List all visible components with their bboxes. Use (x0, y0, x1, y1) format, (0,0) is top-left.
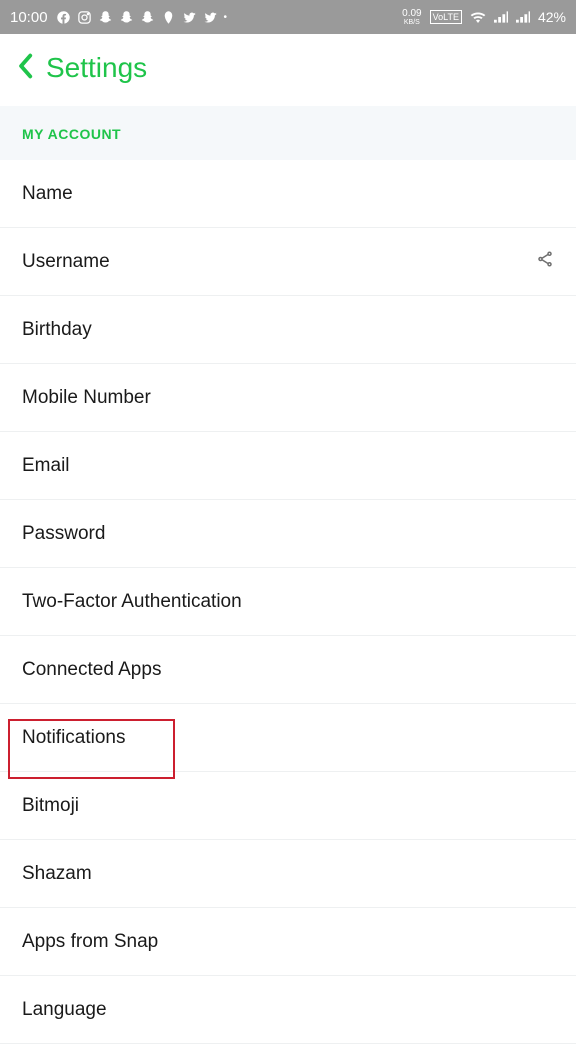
settings-item-label: Birthday (22, 319, 92, 341)
settings-item-two-factor-authentication[interactable]: Two-Factor Authentication (0, 568, 576, 636)
status-bar: 10:00 • 0.09 KB/S VoLTE 42% (0, 0, 576, 34)
twitter-icon (203, 10, 218, 25)
twitter-icon (182, 10, 197, 25)
settings-item-label: Notifications (22, 727, 126, 749)
page-title: Settings (46, 52, 147, 84)
data-rate: 0.09 KB/S (402, 9, 421, 26)
instagram-icon (77, 10, 92, 25)
snapchat-icon (119, 10, 134, 25)
signal-icon (516, 11, 530, 23)
share-icon[interactable] (536, 250, 554, 273)
settings-item-connected-apps[interactable]: Connected Apps (0, 636, 576, 704)
settings-item-birthday[interactable]: Birthday (0, 296, 576, 364)
settings-item-username[interactable]: Username (0, 228, 576, 296)
volte-indicator: VoLTE (430, 10, 462, 24)
settings-header: Settings (0, 34, 576, 106)
settings-list: Name Username Birthday Mobile Number Email Pa… (0, 160, 576, 1044)
settings-item-label: Name (22, 183, 73, 205)
back-button[interactable] (16, 53, 34, 84)
settings-item-mobile-number[interactable]: Mobile Number (0, 364, 576, 432)
facebook-icon (56, 10, 71, 25)
settings-item-label: Password (22, 523, 105, 545)
snapchat-icon (140, 10, 155, 25)
settings-item-label: Connected Apps (22, 659, 161, 681)
status-app-icons: • (56, 10, 228, 25)
settings-item-label: Mobile Number (22, 387, 151, 409)
more-dot-icon: • (224, 12, 228, 23)
settings-item-name[interactable]: Name (0, 160, 576, 228)
battery-text: 42% (538, 9, 566, 25)
app-icon (161, 10, 176, 25)
settings-item-language[interactable]: Language (0, 976, 576, 1044)
settings-item-shazam[interactable]: Shazam (0, 840, 576, 908)
status-time: 10:00 (10, 9, 48, 26)
wifi-icon (470, 11, 486, 23)
signal-icon (494, 11, 508, 23)
settings-item-notifications[interactable]: Notifications (0, 704, 576, 772)
section-my-account: MY ACCOUNT (0, 106, 576, 160)
settings-item-bitmoji[interactable]: Bitmoji (0, 772, 576, 840)
settings-item-label: Shazam (22, 863, 92, 885)
settings-item-label: Two-Factor Authentication (22, 591, 242, 613)
settings-item-label: Username (22, 251, 110, 273)
settings-item-apps-from-snap[interactable]: Apps from Snap (0, 908, 576, 976)
settings-item-label: Apps from Snap (22, 931, 158, 953)
settings-item-password[interactable]: Password (0, 500, 576, 568)
settings-item-label: Bitmoji (22, 795, 79, 817)
settings-item-email[interactable]: Email (0, 432, 576, 500)
settings-item-label: Email (22, 455, 70, 477)
chevron-left-icon (16, 53, 34, 79)
settings-item-label: Language (22, 999, 107, 1021)
snapchat-icon (98, 10, 113, 25)
